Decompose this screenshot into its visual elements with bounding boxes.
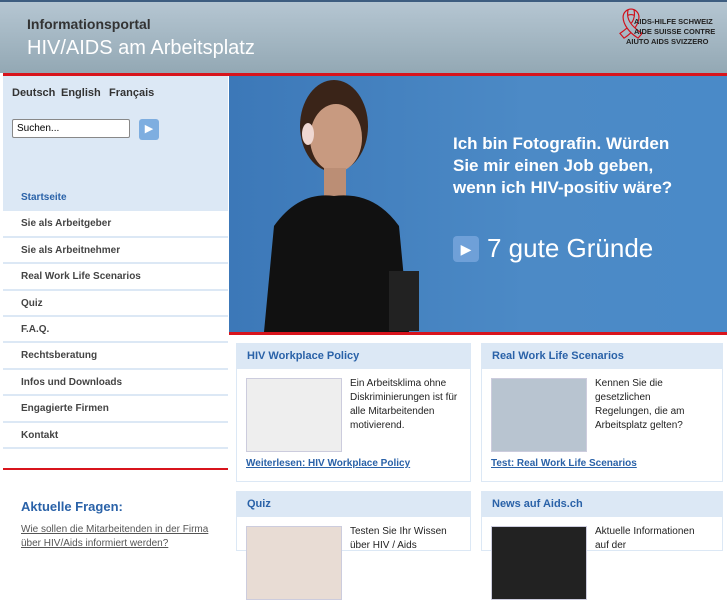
- nav-faq[interactable]: F.A.Q.: [3, 316, 228, 344]
- main-nav: Startseite Sie als Arbeitgeber Sie als A…: [3, 185, 228, 489]
- portal-label: Informationsportal: [27, 16, 151, 32]
- card-workplace-policy: HIV Workplace Policy Ein Arbeitsklima oh…: [236, 343, 471, 482]
- hero-banner[interactable]: Ich bin Fotografin. Würden Sie mir einen…: [229, 76, 727, 332]
- card-title: HIV Workplace Policy: [237, 344, 470, 369]
- nav-firmen[interactable]: Engagierte Firmen: [3, 396, 228, 423]
- nav-kontakt[interactable]: Kontakt: [3, 422, 228, 449]
- card-scenarios: Real Work Life Scenarios Kennen Sie die …: [481, 343, 723, 482]
- reasons-link[interactable]: ▶ 7 gute Gründe: [453, 233, 653, 264]
- nav-arbeitnehmer[interactable]: Sie als Arbeitnehmer: [3, 237, 228, 265]
- nav-quiz[interactable]: Quiz: [3, 290, 228, 317]
- search-button[interactable]: ▶: [139, 119, 159, 140]
- quiz-image: [246, 526, 342, 600]
- reasons-label: 7 gute Gründe: [487, 233, 654, 263]
- play-icon: ▶: [453, 235, 479, 262]
- logo-line: AIDS-HILFE SCHWEIZ: [634, 17, 713, 26]
- news-image: [491, 526, 587, 600]
- divider: [3, 468, 228, 470]
- divider: [229, 332, 727, 335]
- photographer-image: [264, 80, 419, 332]
- quote-line: wenn ich HIV-positiv wäre?: [453, 178, 673, 197]
- search-input[interactable]: [12, 119, 130, 138]
- lang-francais[interactable]: Français: [109, 87, 154, 99]
- card-text: Ein Arbeitsklima ohne Diskriminierungen …: [350, 378, 458, 431]
- card-title: Quiz: [237, 492, 470, 517]
- question-link[interactable]: Wie sollen die Mitarbeitenden in der Fir…: [21, 523, 210, 551]
- play-arrow-icon: ▶: [144, 123, 154, 135]
- card-text: Testen Sie Ihr Wissen über HIV / Aids: [350, 526, 447, 551]
- quote-line: Ich bin Fotografin. Würden: [453, 134, 670, 153]
- nav-startseite[interactable]: Startseite: [3, 185, 228, 212]
- card-text: Kennen Sie die gesetzlichen Regelungen, …: [595, 378, 685, 431]
- header: Informationsportal HIV/AIDS am Arbeitspl…: [0, 0, 727, 73]
- card-quiz: Quiz Testen Sie Ihr Wissen über HIV / Ai…: [236, 491, 471, 600]
- sidebar: Deutsch English Français ▶ Startseite Si…: [3, 76, 228, 549]
- logo-line: AIDE SUISSE CONTRE: [634, 27, 716, 36]
- site-title[interactable]: HIV/AIDS am Arbeitsplatz: [27, 37, 255, 60]
- nav-rechtsberatung[interactable]: Rechtsberatung: [3, 343, 228, 370]
- card-title: Real Work Life Scenarios: [482, 344, 722, 369]
- card-news: News auf Aids.ch Aktuelle Informationen …: [481, 491, 723, 600]
- card-link[interactable]: Weiterlesen: HIV Workplace Policy: [246, 458, 410, 469]
- card-text: Aktuelle Informationen auf der: [595, 526, 695, 551]
- current-questions: Aktuelle Fragen: Wie sollen die Mitarbei…: [3, 482, 228, 549]
- lang-english[interactable]: English: [61, 87, 101, 99]
- nav-downloads[interactable]: Infos und Downloads: [3, 369, 228, 397]
- lang-deutsch[interactable]: Deutsch: [12, 87, 55, 99]
- hero-quote: Ich bin Fotografin. Würden Sie mir einen…: [453, 133, 672, 199]
- card-link[interactable]: Test: Real Work Life Scenarios: [491, 458, 637, 469]
- nav-arbeitgeber[interactable]: Sie als Arbeitgeber: [3, 211, 228, 238]
- quote-line: Sie mir einen Job geben,: [453, 156, 654, 175]
- office-woman-image: [246, 378, 342, 452]
- nav-scenarios[interactable]: Real Work Life Scenarios: [3, 264, 228, 291]
- keyboard-image: [491, 378, 587, 452]
- logo-line: AIUTO AIDS SVIZZERO: [626, 37, 709, 46]
- aids-hilfe-logo[interactable]: 🎗 AIDS-HILFE SCHWEIZ AIDE SUISSE CONTRE …: [608, 10, 727, 50]
- card-title: News auf Aids.ch: [482, 492, 722, 517]
- current-questions-title: Aktuelle Fragen:: [21, 499, 123, 514]
